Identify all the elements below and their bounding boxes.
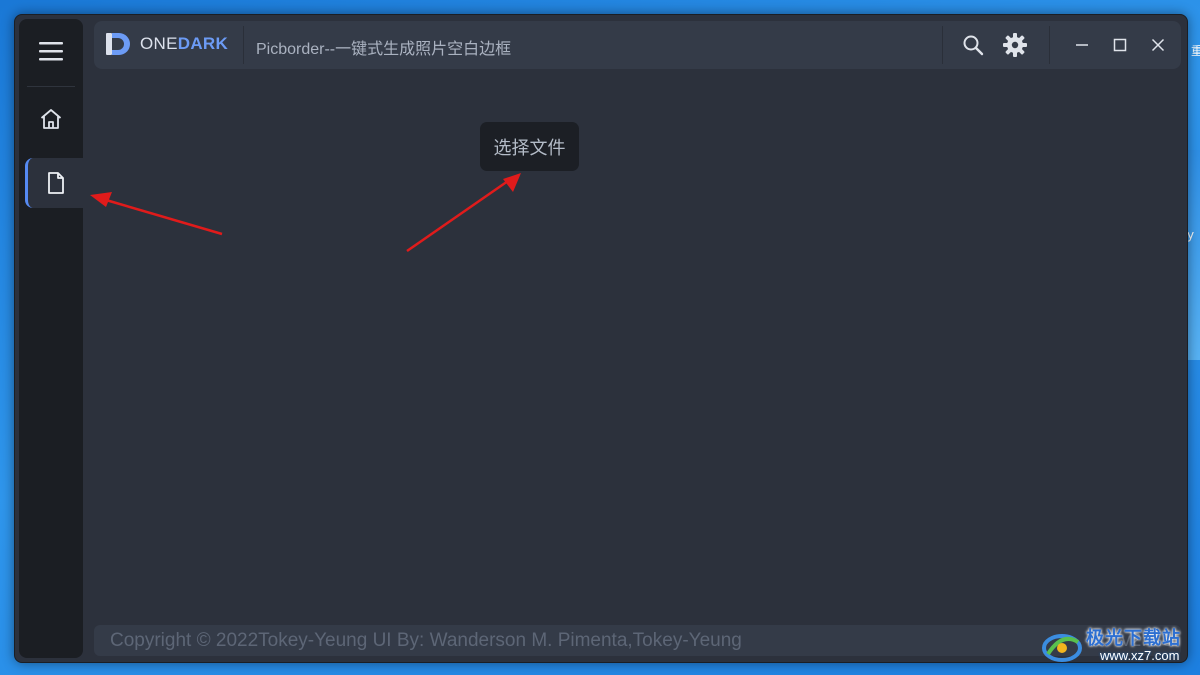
title-divider [942, 26, 943, 64]
watermark-logo-icon [1042, 634, 1082, 662]
file-icon [47, 172, 64, 194]
close-icon [1151, 38, 1165, 52]
watermark-url: www.xz7.com [1100, 648, 1180, 663]
minimize-icon [1076, 44, 1088, 46]
desktop-edge-text: 重 [1191, 44, 1200, 58]
search-icon [963, 35, 984, 56]
desktop-edge-text: y [1187, 228, 1195, 242]
logo-wordmark: ONEDARK [140, 34, 229, 53]
sidebar-item-file[interactable] [25, 158, 83, 208]
watermark-name: 极光下载站 [1086, 628, 1181, 649]
onedark-logo-icon [106, 33, 130, 55]
desktop-edge [1186, 150, 1200, 360]
menu-toggle-button[interactable] [19, 19, 83, 83]
close-button[interactable] [1143, 30, 1173, 60]
home-icon [40, 109, 62, 129]
window-title: Picborder--一键式生成照片空白边框 [256, 41, 512, 58]
title-divider [1049, 26, 1050, 64]
status-footer: Copyright © 2022Tokey-Yeung UI By: Wande… [94, 625, 1181, 656]
title-divider [243, 26, 244, 64]
copyright-text: Copyright © 2022Tokey-Yeung UI By: Wande… [110, 630, 742, 651]
sidebar-item-home[interactable] [19, 94, 83, 144]
sidebar-divider [27, 86, 75, 87]
search-button[interactable] [958, 30, 988, 60]
maximize-icon [1113, 38, 1127, 52]
app-window: ONEDARK Picborder--一键式生成照片空白边框 选择文件 Copy… [14, 14, 1188, 663]
app-logo: ONEDARK [104, 30, 228, 58]
title-bar: ONEDARK Picborder--一键式生成照片空白边框 [94, 21, 1181, 69]
maximize-button[interactable] [1105, 30, 1135, 60]
menu-icon [39, 42, 63, 61]
site-watermark: 极光下载站 www.xz7.com [1040, 622, 1200, 672]
settings-button[interactable] [1000, 30, 1030, 60]
select-file-button[interactable]: 选择文件 [480, 122, 579, 171]
left-sidebar [19, 19, 83, 658]
minimize-button[interactable] [1067, 30, 1097, 60]
main-content: 选择文件 [94, 75, 1181, 623]
gear-icon [1003, 33, 1027, 57]
